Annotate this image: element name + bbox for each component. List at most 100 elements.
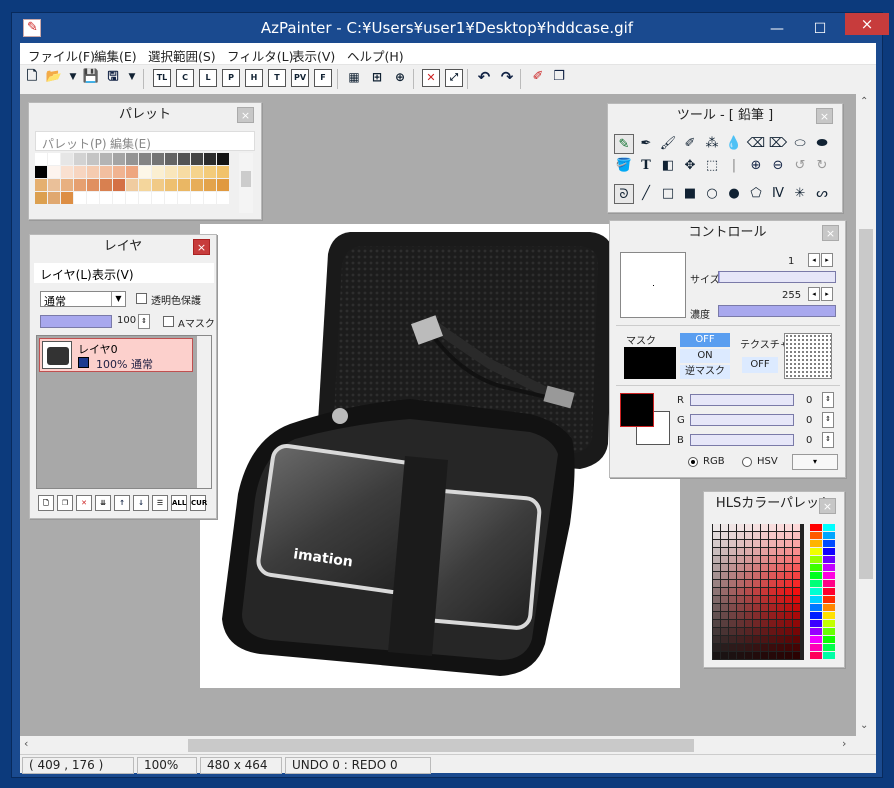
hls-swatch[interactable] [721,620,728,627]
hls-swatch[interactable] [721,540,728,547]
hls-swatch[interactable] [785,604,792,611]
hls-swatch[interactable] [769,564,776,571]
hls-swatch[interactable] [713,652,720,659]
palette-swatch[interactable] [48,192,60,204]
layer-list-icon[interactable]: ☰ [152,495,168,511]
palette-title[interactable]: パレット [29,103,261,127]
hls-swatch[interactable] [753,564,760,571]
hue-swatch[interactable] [823,524,835,531]
hls-swatch[interactable] [721,636,728,643]
hls-swatch[interactable] [737,556,744,563]
hls-swatch[interactable] [777,540,784,547]
fill-ellipse-subtool-icon[interactable]: ● [724,184,744,204]
mask-off-button[interactable]: OFF [680,333,730,347]
delete-layer-icon[interactable]: ✕ [76,495,92,511]
hls-swatch[interactable] [761,620,768,627]
hue-swatch[interactable] [823,564,835,571]
hls-swatch[interactable] [721,628,728,635]
resize-canvas-icon[interactable]: ⤢ [445,69,463,87]
mask-color-swatch[interactable] [624,347,676,379]
hls-swatch[interactable] [713,620,720,627]
hls-swatch[interactable] [737,628,744,635]
hls-swatch[interactable] [761,524,768,531]
save-icon[interactable]: 💾 [82,69,100,87]
hue-swatch[interactable] [823,644,835,651]
hls-swatch[interactable] [793,532,800,539]
hls-swatch[interactable] [785,572,792,579]
control-panel-close-button[interactable]: × [822,225,839,241]
hls-swatch[interactable] [721,604,728,611]
palette-swatch[interactable] [126,179,138,191]
hls-swatch[interactable] [745,620,752,627]
control-panel-title[interactable]: コントロール [610,221,845,245]
freehand-subtool-icon[interactable]: ᘐ [614,184,634,204]
menu-help[interactable]: ヘルプ(H) [347,46,404,65]
hls-swatch[interactable] [729,540,736,547]
palette-swatch[interactable] [126,192,138,204]
hls-swatch[interactable] [769,652,776,659]
hls-swatch[interactable] [785,620,792,627]
hls-swatch[interactable] [785,588,792,595]
hls-swatch[interactable] [777,612,784,619]
hls-swatch[interactable] [745,532,752,539]
palette-swatch[interactable] [113,179,125,191]
open-file-icon[interactable]: 📂 [45,69,63,87]
hls-swatch[interactable] [785,644,792,651]
hls-swatch[interactable] [753,612,760,619]
hls-swatch[interactable] [793,620,800,627]
hls-lightness-grid[interactable] [712,524,804,660]
rotate-left-icon[interactable]: ↺ [790,156,810,176]
hls-swatch[interactable] [713,636,720,643]
hls-swatch[interactable] [777,652,784,659]
grid-fine-icon[interactable]: ⊞ [368,69,386,87]
palette-swatch[interactable] [100,153,112,165]
hls-swatch[interactable] [753,556,760,563]
hls-panel-close-button[interactable]: × [819,498,836,514]
hls-swatch[interactable] [745,644,752,651]
horizontal-scrollbar[interactable]: ‹ › [20,736,856,754]
palette-swatch[interactable] [35,153,47,165]
palette-swatch[interactable] [113,166,125,178]
hls-swatch[interactable] [793,644,800,651]
hue-swatch[interactable] [810,628,822,635]
current-layer-button[interactable]: CUR [190,495,207,511]
hls-swatch[interactable] [785,580,792,587]
palette-swatch[interactable] [113,192,125,204]
hls-swatch[interactable] [793,540,800,547]
hue-swatch[interactable] [810,652,822,659]
mask-on-button[interactable]: ON [680,349,730,363]
palette-swatch[interactable] [178,166,190,178]
color-mode-dropdown[interactable]: ▾ [792,454,838,470]
hls-swatch[interactable] [737,540,744,547]
hls-swatch[interactable] [753,596,760,603]
palette-swatch[interactable] [191,179,203,191]
hls-swatch[interactable] [777,644,784,651]
hls-swatch[interactable] [721,644,728,651]
hls-swatch[interactable] [761,596,768,603]
green-slider[interactable] [690,414,794,426]
hls-swatch[interactable] [785,612,792,619]
move-layer-up-icon[interactable]: ↑ [114,495,130,511]
palette-menu-edit[interactable]: 編集(E) [110,135,151,152]
palette-swatch[interactable] [61,192,73,204]
toggle-control-panel-button[interactable]: C [176,69,194,87]
hls-swatch[interactable] [745,572,752,579]
hue-swatch[interactable] [810,572,822,579]
texture-preview[interactable] [784,333,832,379]
hls-swatch[interactable] [769,612,776,619]
palette-swatch[interactable] [152,179,164,191]
radial-subtool-icon[interactable]: ✳ [790,184,810,204]
horizontal-scroll-thumb[interactable] [188,739,694,752]
new-layer-icon[interactable]: 🗋 [38,495,54,511]
layer-visibility-icon[interactable] [78,357,89,368]
hls-swatch[interactable] [737,532,744,539]
lasso-subtool-icon[interactable]: ᔕ [812,184,832,204]
hls-swatch[interactable] [753,532,760,539]
hls-swatch[interactable] [769,596,776,603]
hue-swatch[interactable] [810,548,822,555]
hls-swatch[interactable] [721,652,728,659]
palette-swatch[interactable] [152,166,164,178]
palette-swatch[interactable] [165,179,177,191]
palette-swatch[interactable] [217,192,229,204]
grid-icon[interactable]: ▦ [345,69,363,87]
